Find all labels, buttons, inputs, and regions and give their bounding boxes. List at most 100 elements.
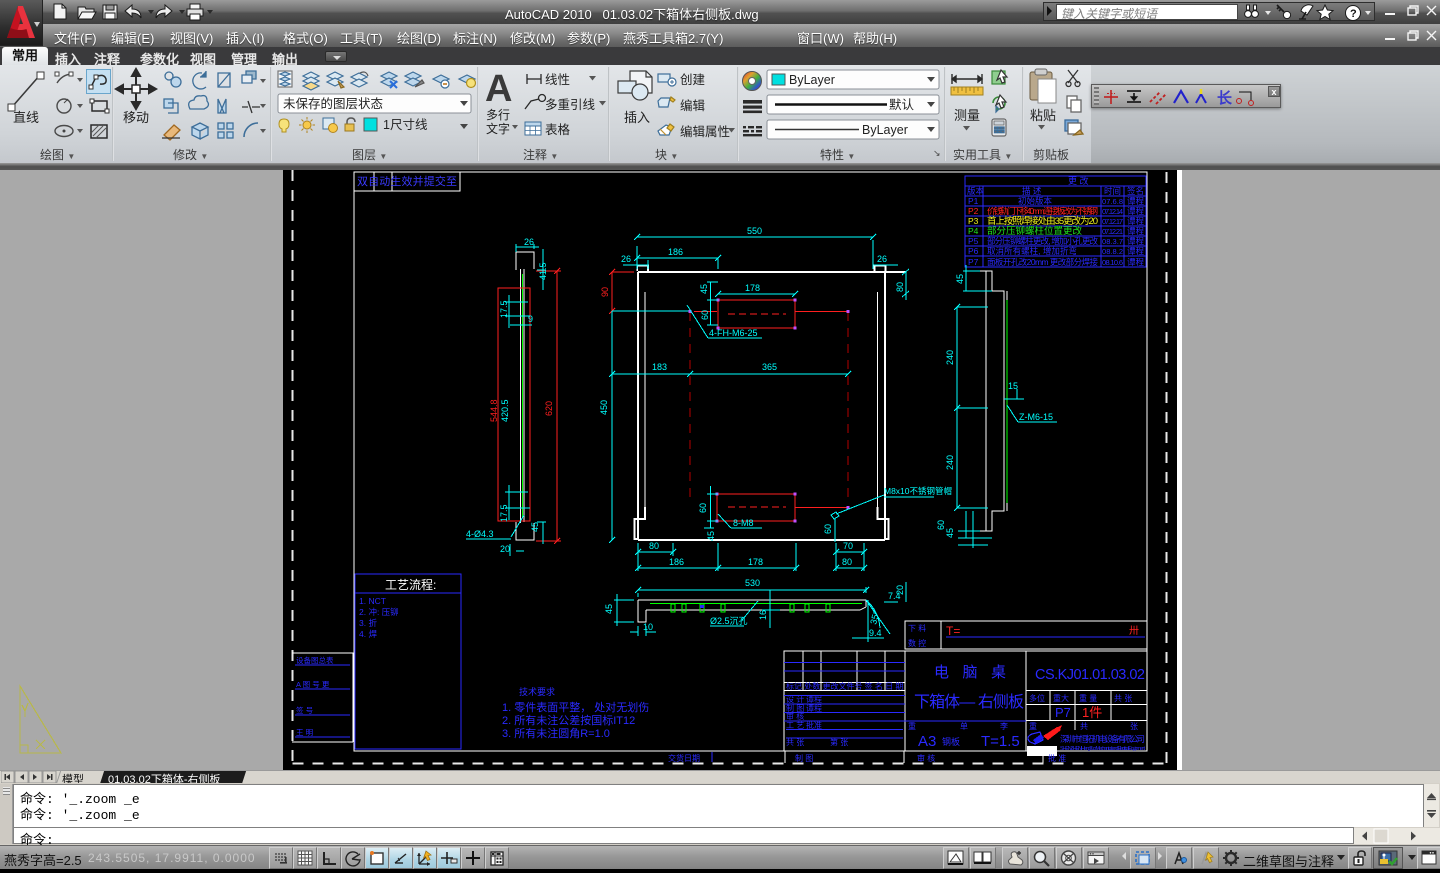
svg-text:批准: 批准 bbox=[806, 720, 822, 730]
svg-text:530: 530 bbox=[745, 578, 760, 588]
svg-text:技术要求: 技术要求 bbox=[519, 686, 555, 697]
svg-text:重大: 重大 bbox=[1053, 693, 1069, 703]
svg-text:线性: 线性 bbox=[545, 73, 570, 87]
svg-text:谭程: 谭程 bbox=[1127, 206, 1144, 216]
svg-text:240: 240 bbox=[945, 350, 955, 365]
svg-text:表格: 表格 bbox=[545, 122, 571, 137]
svg-text:544.8: 544.8 bbox=[489, 399, 499, 422]
svg-text:编辑: 编辑 bbox=[680, 98, 705, 113]
svg-text:未保存的图层状态: 未保存的图层状态 bbox=[283, 96, 383, 111]
svg-text:07.12.14: 07.12.14 bbox=[1102, 207, 1123, 216]
svg-text:10: 10 bbox=[643, 622, 653, 632]
svg-text:版本: 版本 bbox=[967, 186, 985, 196]
svg-text:2. 所有未注公差按国标IT12: 2. 所有未注公差按国标IT12 bbox=[502, 713, 635, 727]
svg-text:李: 李 bbox=[1000, 721, 1008, 731]
svg-text:P7: P7 bbox=[968, 257, 979, 267]
svg-text:描 述: 描 述 bbox=[1022, 186, 1042, 196]
svg-text:王 明: 王 明 bbox=[296, 728, 313, 737]
svg-text:08.10.6: 08.10.6 bbox=[1102, 258, 1123, 267]
svg-text:3. 折: 3. 折 bbox=[359, 618, 377, 628]
svg-text:下 料: 下 料 bbox=[908, 623, 926, 633]
svg-text:移动: 移动 bbox=[123, 110, 149, 125]
svg-text:签名: 签名 bbox=[1127, 186, 1144, 196]
svg-text:重: 重 bbox=[908, 721, 916, 731]
svg-text:45: 45 bbox=[945, 528, 955, 538]
svg-text:15: 15 bbox=[1008, 381, 1018, 391]
svg-text:长: 长 bbox=[1217, 89, 1233, 107]
svg-text:P2: P2 bbox=[968, 206, 979, 216]
svg-text:价钱轨门下移40mm 连接板改为不锈钢: 价钱轨门下移40mm 连接板改为不锈钢 bbox=[987, 206, 1098, 216]
svg-text:文字: 文字 bbox=[486, 121, 510, 136]
svg-text:60: 60 bbox=[698, 503, 708, 513]
svg-text:单: 单 bbox=[960, 721, 968, 731]
svg-text:谭程: 谭程 bbox=[1127, 196, 1144, 206]
svg-text:26: 26 bbox=[621, 254, 631, 264]
svg-text:17.5: 17.5 bbox=[499, 504, 509, 522]
svg-text:部分压铆螺柱更改, 增加小孔更改: 部分压铆螺柱更改, 增加小孔更改 bbox=[987, 236, 1098, 246]
svg-text:A 图 号 更: A 图 号 更 bbox=[296, 680, 330, 689]
svg-text:SHENZHEN HengTuo Mechanical an: SHENZHEN HengTuo Mechanical and Electric… bbox=[1060, 746, 1145, 752]
svg-text:ByLayer: ByLayer bbox=[789, 73, 835, 87]
svg-text:08.3.7: 08.3.7 bbox=[1102, 237, 1123, 246]
svg-text:共 张: 共 张 bbox=[786, 738, 804, 747]
svg-text:45: 45 bbox=[706, 531, 716, 541]
svg-text:2. 冲: 压铆: 2. 冲: 压铆 bbox=[359, 607, 399, 617]
svg-text:550: 550 bbox=[747, 226, 762, 236]
svg-text:17.5: 17.5 bbox=[499, 300, 509, 318]
svg-text:4. 焊: 4. 焊 bbox=[359, 629, 377, 639]
svg-text:60: 60 bbox=[823, 524, 833, 534]
svg-text:测量: 测量 bbox=[954, 108, 980, 123]
svg-text:多行: 多行 bbox=[486, 108, 510, 122]
svg-text:粘贴: 粘贴 bbox=[1030, 108, 1056, 123]
svg-text:80: 80 bbox=[895, 282, 905, 292]
svg-text:共 张: 共 张 bbox=[1114, 694, 1132, 703]
svg-text:谭程: 谭程 bbox=[1127, 236, 1144, 246]
svg-text:20: 20 bbox=[500, 544, 510, 554]
svg-text:P5: P5 bbox=[968, 236, 979, 246]
svg-text:直线: 直线 bbox=[13, 110, 39, 125]
svg-text:审 核: 审 核 bbox=[786, 711, 804, 721]
svg-text:4-Ø4.3: 4-Ø4.3 bbox=[466, 529, 494, 539]
svg-text:07.6.8: 07.6.8 bbox=[1102, 197, 1123, 206]
svg-text:365: 365 bbox=[762, 362, 777, 372]
svg-text:面板开孔改20mm 更改部分焊接: 面板开孔改20mm 更改部分焊接 bbox=[987, 257, 1098, 267]
svg-text:4-FH-M6-25: 4-FH-M6-25 bbox=[709, 328, 758, 338]
svg-text:批 准: 批 准 bbox=[1048, 753, 1066, 763]
svg-text:70: 70 bbox=[843, 541, 853, 551]
svg-text:3. 所有未注圆角R=1.0: 3. 所有未注圆角R=1.0 bbox=[502, 726, 610, 740]
svg-text:第 张: 第 张 bbox=[830, 737, 848, 747]
svg-text:80: 80 bbox=[842, 557, 852, 567]
svg-text:178: 178 bbox=[748, 557, 763, 567]
svg-text:178: 178 bbox=[745, 283, 760, 293]
svg-text:谭程: 谭程 bbox=[806, 695, 822, 704]
svg-text:多重引线: 多重引线 bbox=[545, 97, 596, 112]
svg-text:工艺流程:: 工艺流程: bbox=[385, 577, 436, 592]
svg-text:186: 186 bbox=[669, 557, 684, 567]
svg-text:Ø2.5沉孔: Ø2.5沉孔 bbox=[710, 616, 748, 626]
svg-text:电脑桌: 电脑桌 bbox=[934, 664, 1006, 681]
svg-text:08.8.2: 08.8.2 bbox=[1102, 247, 1123, 256]
svg-text:60: 60 bbox=[700, 310, 710, 320]
svg-text:设 计: 设 计 bbox=[786, 694, 804, 704]
svg-text:插入: 插入 bbox=[624, 110, 650, 125]
svg-text:双自动生效并提交至: 双自动生效并提交至 bbox=[357, 174, 457, 188]
svg-text:张: 张 bbox=[1130, 722, 1138, 731]
svg-text:卅: 卅 bbox=[1129, 625, 1139, 637]
svg-text:时间: 时间 bbox=[1104, 186, 1121, 196]
svg-text:1件: 1件 bbox=[1082, 705, 1102, 720]
svg-text:45: 45 bbox=[604, 604, 614, 614]
svg-text:P3: P3 bbox=[968, 216, 979, 226]
svg-text:620: 620 bbox=[544, 401, 554, 416]
svg-text:T=1.5: T=1.5 bbox=[981, 733, 1020, 750]
svg-text:?: ? bbox=[1350, 8, 1357, 20]
svg-text:设备图总表: 设备图总表 bbox=[296, 655, 334, 665]
svg-text:26: 26 bbox=[524, 237, 534, 247]
svg-text:审 核: 审 核 bbox=[917, 753, 935, 763]
svg-text:谭程: 谭程 bbox=[1127, 226, 1144, 236]
svg-text:工 艺: 工 艺 bbox=[786, 721, 804, 730]
svg-text:取消所有螺柱, 增加折弯: 取消所有螺柱, 增加折弯 bbox=[987, 246, 1077, 256]
svg-text:P7: P7 bbox=[1055, 705, 1071, 720]
svg-text:制 图: 制 图 bbox=[795, 753, 813, 763]
svg-text:初始版本: 初始版本 bbox=[1018, 196, 1053, 206]
svg-text:420.5: 420.5 bbox=[500, 399, 510, 422]
